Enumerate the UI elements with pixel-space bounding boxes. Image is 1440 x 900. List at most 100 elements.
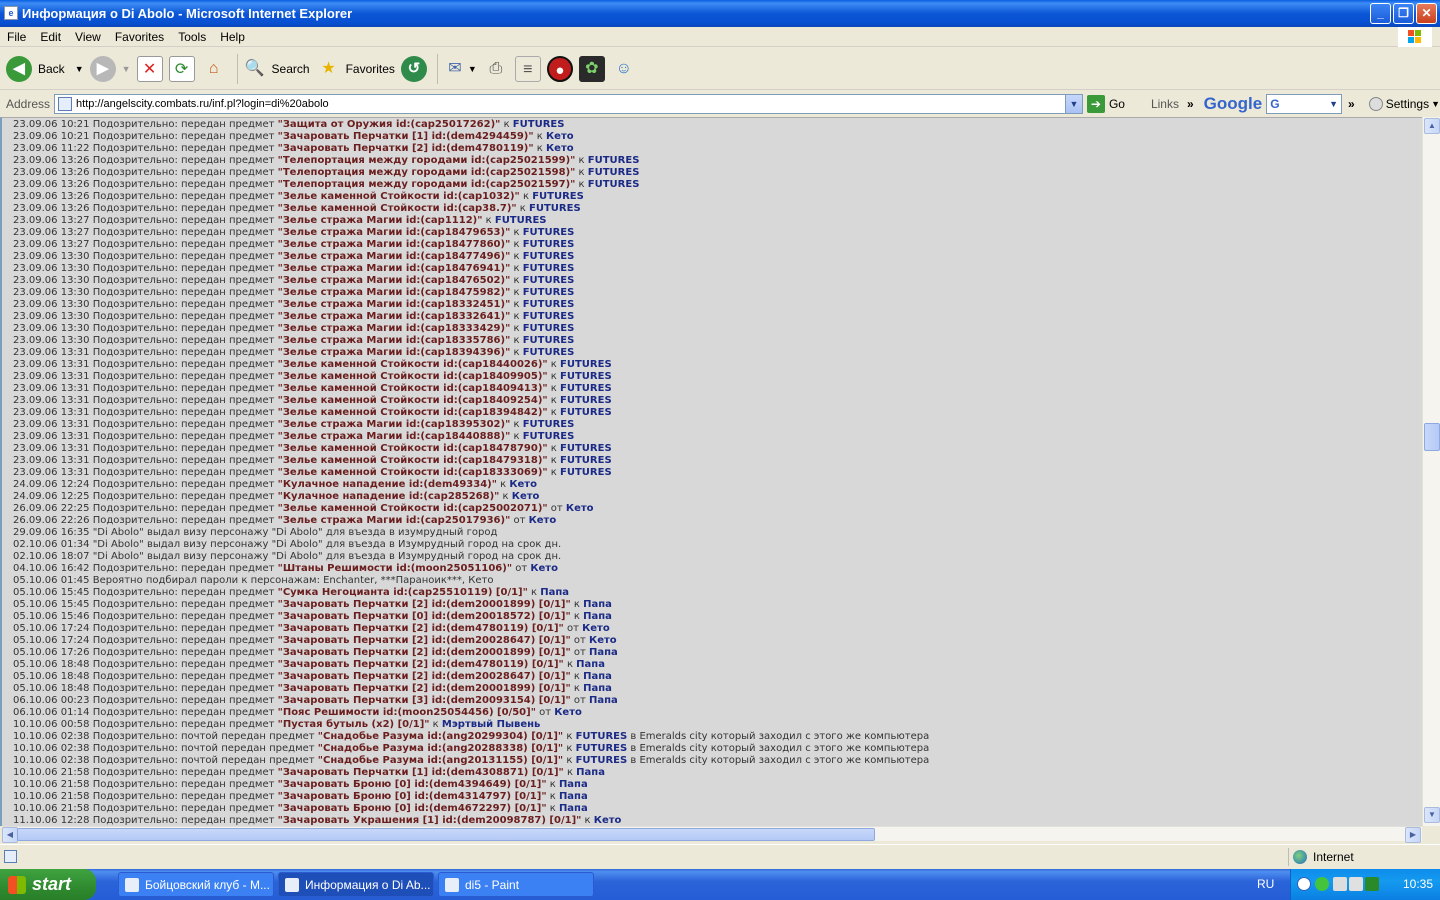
player-link[interactable]: FUTURES — [523, 335, 575, 346]
player-link[interactable]: FUTURES — [588, 167, 640, 178]
player-link[interactable]: Папа — [583, 683, 612, 694]
player-link[interactable]: FUTURES — [523, 239, 575, 250]
player-link[interactable]: Папа — [589, 695, 618, 706]
player-link[interactable]: Мэртвый Пывень — [442, 719, 540, 730]
player-link[interactable]: Папа — [559, 779, 588, 790]
home-button[interactable]: ⌂ — [201, 52, 227, 86]
title-bar[interactable]: e Информация о Di Abolo - Microsoft Inte… — [0, 0, 1440, 27]
player-link[interactable]: Кето — [530, 563, 558, 574]
player-link[interactable]: FUTURES — [576, 755, 628, 766]
icq-icon[interactable] — [1315, 877, 1329, 891]
minimize-button[interactable]: _ — [1370, 3, 1391, 24]
links-label[interactable]: Links — [1151, 97, 1179, 111]
chevron-down-icon[interactable]: ▼ — [75, 64, 84, 74]
address-url[interactable]: http://angelscity.combats.ru/inf.pl?logi… — [76, 98, 329, 110]
go-button[interactable]: ➔ Go — [1086, 94, 1125, 113]
player-link[interactable]: FUTURES — [523, 311, 575, 322]
player-link[interactable]: Папа — [589, 647, 618, 658]
chevron-down-icon[interactable]: ▼ — [122, 64, 131, 74]
settings-button[interactable]: Settings ▼ — [1368, 96, 1440, 111]
player-link[interactable]: FUTURES — [523, 347, 575, 358]
address-input[interactable]: http://angelscity.combats.ru/inf.pl?logi… — [54, 93, 1083, 114]
task-button-ie2[interactable]: Информация о Di Ab... — [278, 872, 434, 897]
chevron-right-icon[interactable]: » — [1348, 97, 1355, 111]
player-link[interactable]: Кето — [546, 131, 574, 142]
history-button[interactable]: ↺ — [400, 52, 427, 86]
vertical-scrollbar[interactable]: ▲ ▼ — [1422, 117, 1440, 826]
player-link[interactable]: Папа — [576, 767, 605, 778]
task-button-ie1[interactable]: Бойцовский клуб - M... — [118, 872, 274, 897]
addon-button-2[interactable]: ✿ — [578, 52, 605, 86]
player-link[interactable]: FUTURES — [523, 323, 575, 334]
player-link[interactable]: FUTURES — [523, 263, 575, 274]
player-link[interactable]: Папа — [540, 587, 569, 598]
network-icon[interactable] — [1333, 877, 1347, 891]
player-link[interactable]: Кето — [546, 143, 574, 154]
menu-favorites[interactable]: Favorites — [108, 30, 171, 44]
player-link[interactable]: Папа — [583, 599, 612, 610]
menu-file[interactable]: File — [0, 30, 33, 44]
edit-button[interactable]: ≡ — [514, 52, 541, 86]
player-link[interactable]: Кето — [509, 479, 537, 490]
player-link[interactable]: FUTURES — [523, 431, 575, 442]
player-link[interactable]: FUTURES — [523, 251, 575, 262]
tray-expand-icon[interactable] — [1297, 877, 1311, 891]
player-link[interactable]: FUTURES — [523, 287, 575, 298]
player-link[interactable]: Папа — [559, 791, 588, 802]
player-link[interactable]: FUTURES — [560, 455, 612, 466]
chevron-right-icon[interactable]: » — [1187, 97, 1194, 111]
player-link[interactable]: FUTURES — [523, 419, 575, 430]
scroll-down-icon[interactable]: ▼ — [1424, 807, 1440, 823]
scroll-up-icon[interactable]: ▲ — [1424, 118, 1440, 134]
player-link[interactable]: Папа — [583, 611, 612, 622]
player-link[interactable]: FUTURES — [560, 443, 612, 454]
player-link[interactable]: FUTURES — [523, 299, 575, 310]
start-button[interactable]: start — [0, 869, 96, 900]
addon-button-1[interactable]: ● — [546, 52, 573, 86]
player-link[interactable]: FUTURES — [560, 383, 612, 394]
menu-view[interactable]: View — [68, 30, 108, 44]
player-link[interactable]: Кето — [566, 503, 594, 514]
player-link[interactable]: Кето — [594, 815, 622, 826]
chevron-down-icon[interactable]: ▼ — [1064, 94, 1082, 113]
horizontal-scrollbar[interactable]: ◀ ▶ — [2, 826, 1422, 843]
favorites-button[interactable]: ★ Favorites — [316, 52, 395, 86]
menu-help[interactable]: Help — [213, 30, 252, 44]
player-link[interactable]: FUTURES — [588, 179, 640, 190]
scroll-right-icon[interactable]: ▶ — [1405, 827, 1421, 843]
monitor-icon[interactable] — [1365, 877, 1379, 891]
player-link[interactable]: FUTURES — [495, 215, 547, 226]
player-link[interactable]: Кето — [554, 707, 582, 718]
refresh-button[interactable]: ⟳ — [168, 52, 195, 86]
player-link[interactable]: FUTURES — [523, 227, 575, 238]
horizontal-scroll-thumb[interactable] — [17, 828, 875, 841]
close-button[interactable]: ✕ — [1416, 3, 1437, 24]
player-link[interactable]: FUTURES — [560, 407, 612, 418]
player-link[interactable]: FUTURES — [588, 155, 640, 166]
player-link[interactable]: Кето — [589, 635, 617, 646]
print-button[interactable]: ⎙ — [483, 52, 509, 86]
mail-button[interactable]: ✉ ▼ — [442, 52, 477, 86]
menu-edit[interactable]: Edit — [33, 30, 68, 44]
vertical-scroll-thumb[interactable] — [1424, 423, 1440, 451]
player-link[interactable]: FUTURES — [529, 203, 581, 214]
player-link[interactable]: FUTURES — [523, 275, 575, 286]
messenger-button[interactable]: ☺ — [611, 52, 637, 86]
menu-tools[interactable]: Tools — [171, 30, 213, 44]
player-link[interactable]: FUTURES — [560, 371, 612, 382]
stop-button[interactable]: ✕ — [136, 52, 163, 86]
player-link[interactable]: FUTURES — [560, 359, 612, 370]
google-search-input[interactable]: G ▼ — [1266, 93, 1343, 114]
player-link[interactable]: FUTURES — [532, 191, 584, 202]
maximize-button[interactable]: ❐ — [1393, 3, 1414, 24]
player-link[interactable]: Кето — [529, 515, 557, 526]
search-button[interactable]: 🔍 Search — [242, 52, 310, 86]
player-link[interactable]: FUTURES — [576, 743, 628, 754]
player-link[interactable]: FUTURES — [576, 731, 628, 742]
player-link[interactable]: FUTURES — [560, 395, 612, 406]
player-link[interactable]: FUTURES — [560, 467, 612, 478]
player-link[interactable]: Папа — [559, 803, 588, 814]
volume-icon[interactable] — [1349, 877, 1363, 891]
player-link[interactable]: Папа — [576, 659, 605, 670]
forward-button[interactable]: ▶ ▼ — [89, 52, 131, 86]
